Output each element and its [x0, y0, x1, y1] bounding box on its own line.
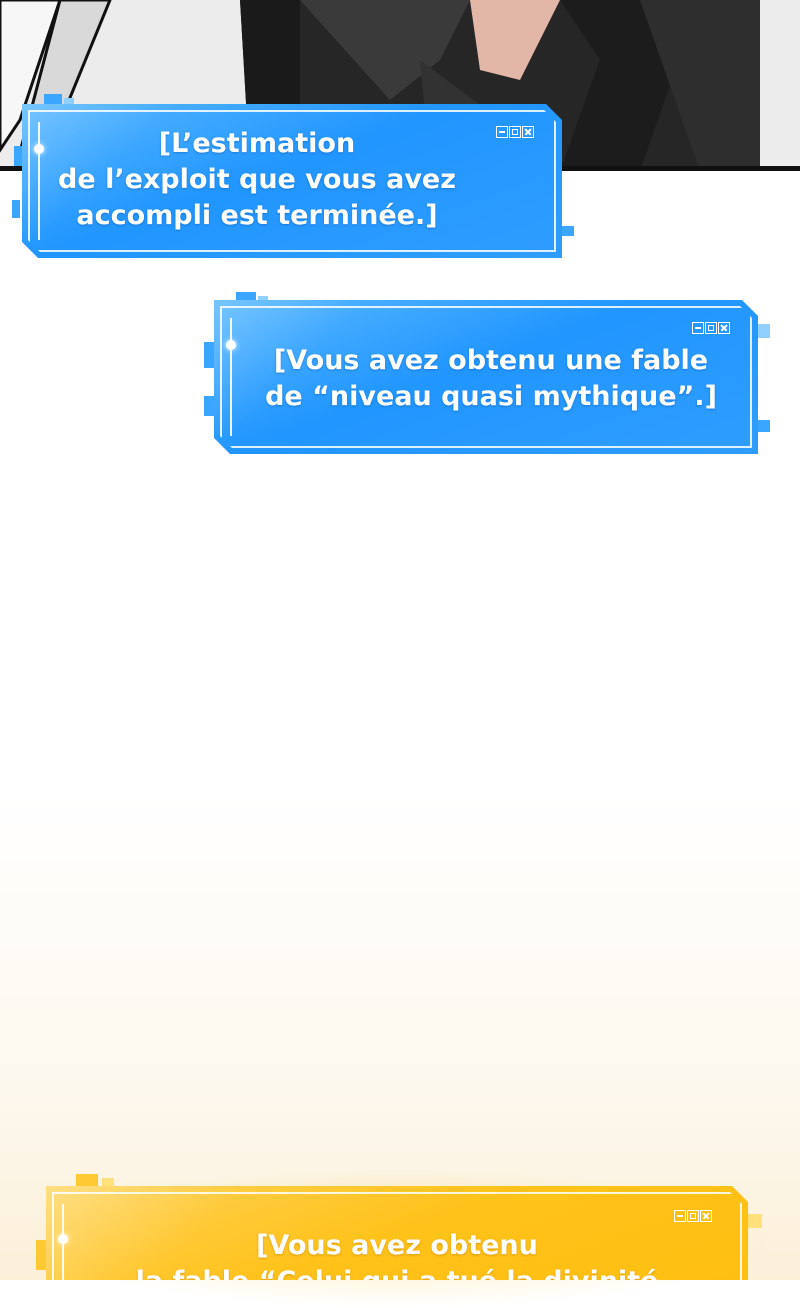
glitch-pixel — [76, 1174, 98, 1186]
message-line: accompli est terminée.] — [76, 200, 438, 231]
glitch-pixel — [204, 396, 214, 416]
glitch-pixel — [64, 98, 74, 104]
glitch-pixel — [102, 1178, 114, 1186]
glitch-pixel — [560, 226, 574, 236]
system-window-fable-obtained: [Vous avez obtenu une fable de “niveau q… — [214, 300, 758, 454]
message-line: de “niveau quasi mythique”.] — [265, 381, 717, 412]
window-controls — [496, 126, 534, 138]
glitch-pixel — [12, 200, 20, 218]
glitch-pixel — [36, 1240, 46, 1270]
glitch-pixel — [44, 94, 62, 104]
window-message: [Vous avez obtenu une fable de “niveau q… — [224, 343, 758, 415]
system-window-fable-named: [Vous avez obtenu la fable “Celui qui a … — [46, 1186, 748, 1280]
glitch-pixel — [746, 1214, 762, 1228]
message-line: [L’estimation — [158, 128, 356, 159]
maximize-icon[interactable] — [509, 126, 521, 138]
minimize-icon[interactable] — [496, 126, 508, 138]
window-message: [L’estimation de l’exploit que vous avez… — [22, 126, 492, 234]
maximize-icon[interactable] — [705, 322, 717, 334]
message-line: de l’exploit que vous avez — [58, 164, 456, 195]
message-line: [Vous avez obtenu — [256, 1230, 538, 1261]
system-window-estimation: [L’estimation de l’exploit que vous avez… — [22, 104, 562, 258]
close-icon[interactable] — [522, 126, 534, 138]
maximize-icon[interactable] — [687, 1210, 699, 1222]
window-controls — [692, 322, 730, 334]
message-line: [Vous avez obtenu une fable — [273, 345, 709, 376]
window-controls — [674, 1210, 712, 1222]
close-icon[interactable] — [700, 1210, 712, 1222]
glitch-pixel — [204, 342, 214, 368]
glitch-pixel — [756, 324, 770, 338]
minimize-icon[interactable] — [692, 322, 704, 334]
minimize-icon[interactable] — [674, 1210, 686, 1222]
close-icon[interactable] — [718, 322, 730, 334]
